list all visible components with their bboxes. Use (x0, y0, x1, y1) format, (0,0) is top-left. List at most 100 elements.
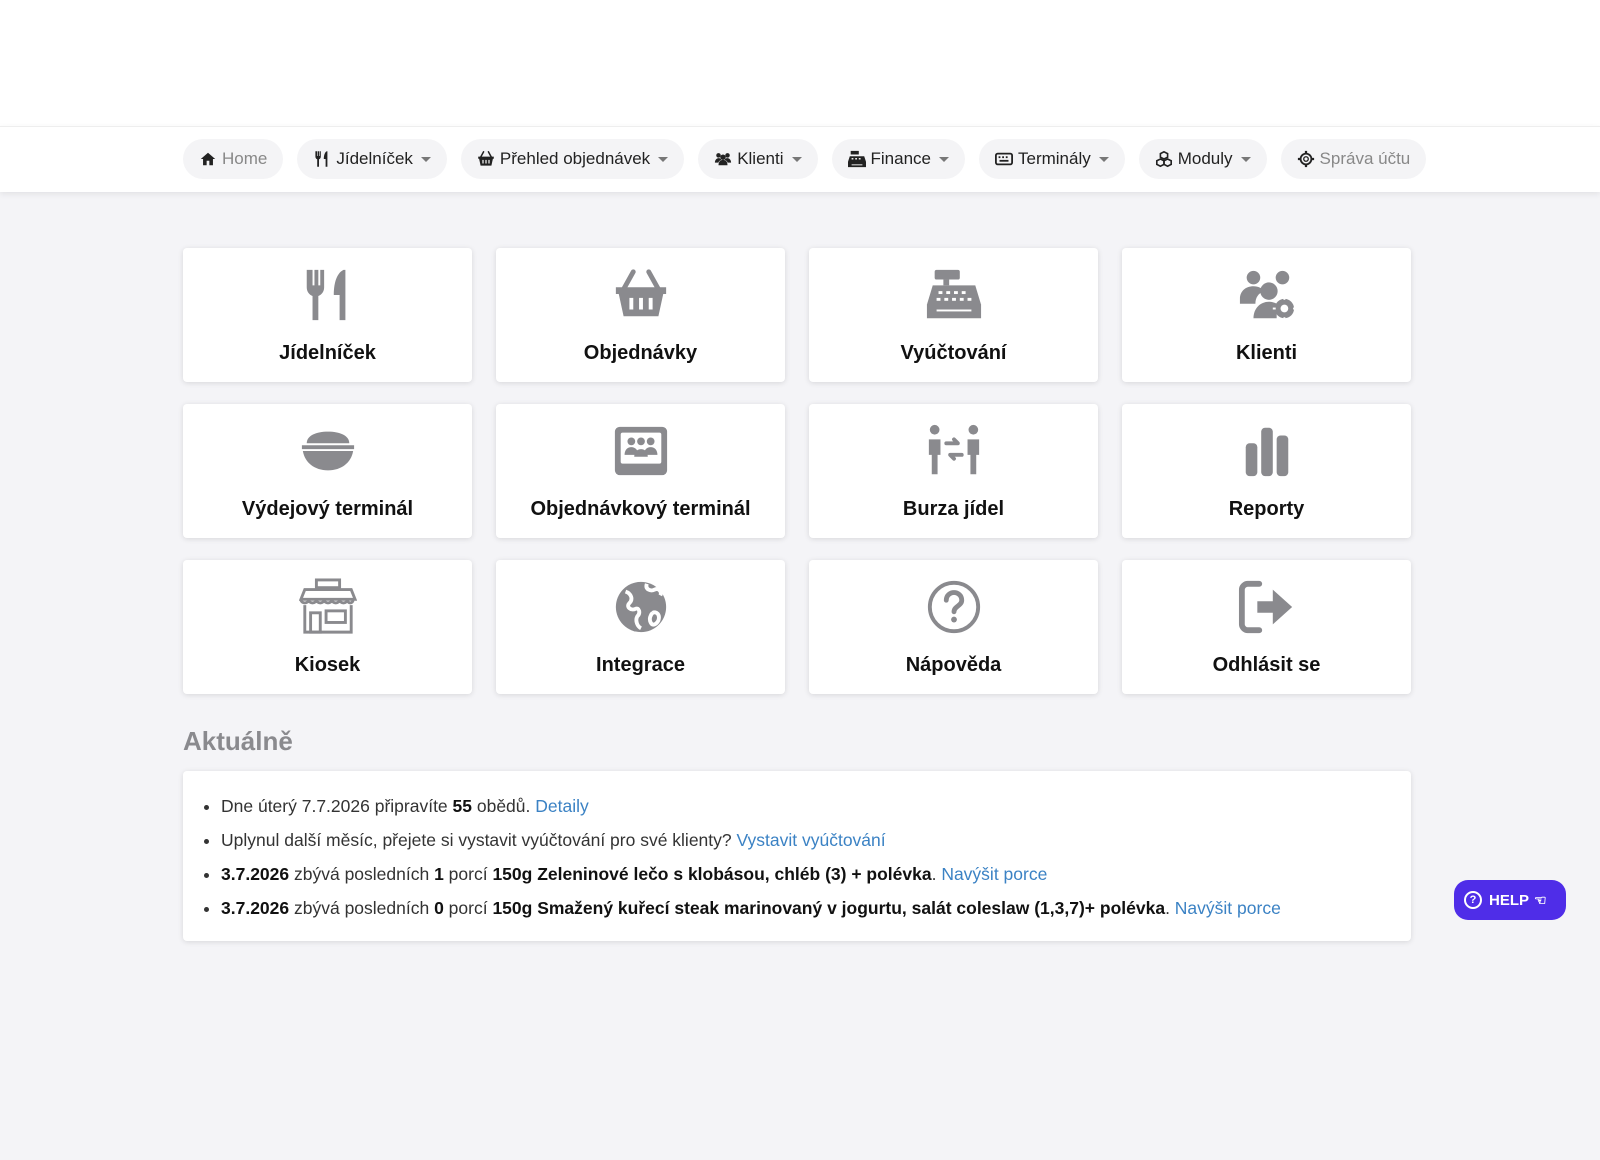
help-button[interactable]: ? HELP ☜ (1454, 880, 1566, 920)
tile-label: Kiosek (294, 654, 361, 676)
home-icon (199, 150, 217, 168)
nav-item-label: Přehled objednávek (499, 149, 651, 168)
news-emphasis: 150g Smažený kuřecí steak marinovaný v j… (492, 898, 1166, 918)
tile-label: Integrace (596, 654, 685, 676)
nav-item-label: Jídelníček (336, 149, 413, 168)
nav-item-label: Terminály (1017, 149, 1091, 168)
tile-screen-users[interactable]: Objednávkový terminál (496, 404, 785, 538)
caret-down-icon (791, 156, 802, 162)
caret-down-icon (1240, 156, 1251, 162)
caret-down-icon (658, 156, 669, 162)
pointing-hand-icon: ☜ (1534, 891, 1547, 908)
bar-chart-icon (1238, 422, 1296, 485)
tile-label: Jídelníček (279, 342, 376, 364)
tile-bar-chart[interactable]: Reporty (1122, 404, 1411, 538)
news-action-link[interactable]: Vystavit vyúčtování (737, 830, 886, 850)
news-emphasis: 3.7.2026 (221, 898, 290, 918)
nav-item-label: Moduly (1177, 149, 1233, 168)
news-text: porcí (443, 898, 493, 918)
basket-icon (477, 150, 495, 168)
caret-down-icon (420, 156, 431, 162)
keyboard-icon (994, 150, 1013, 168)
news-section-title: Aktuálně (183, 726, 293, 756)
tile-label: Výdejový terminál (241, 498, 414, 520)
news-text: Uplynul další měsíc, přejete si vystavit… (221, 830, 737, 850)
tile-label: Klienti (1235, 342, 1298, 364)
question-icon (925, 578, 983, 641)
nav-item-users[interactable]: Klienti (698, 139, 818, 179)
news-emphasis: 1 (434, 864, 444, 884)
news-text: . (1165, 898, 1175, 918)
news-panel: Dne úterý 7.7.2026 připravíte 55 obědů. … (183, 771, 1411, 941)
news-text: zbývá posledních (289, 864, 435, 884)
dashboard-tile-grid: Jídelníček Objednávky Vyúčtování Klienti Výd… (183, 248, 1411, 694)
tile-label: Burza jídel (902, 498, 1005, 520)
news-emphasis: 0 (434, 898, 444, 918)
tile-label: Vyúčtování (900, 342, 1007, 364)
gear-icon (1297, 150, 1315, 168)
news-item: 3.7.2026 zbývá posledních 0 porcí 150g S… (221, 891, 1411, 925)
tile-label: Odhlásit se (1212, 654, 1321, 676)
main-navbar: Home Jídelníček Přehled objednávek Klienti F… (0, 126, 1600, 192)
nav-item-cash-register[interactable]: Finance (831, 139, 965, 179)
bowl-icon (299, 422, 357, 485)
tile-basket[interactable]: Objednávky (496, 248, 785, 382)
screen-users-icon (612, 422, 670, 485)
news-item: 3.7.2026 zbývá posledních 1 porcí 150g Z… (221, 857, 1411, 891)
question-circle-icon: ? (1464, 891, 1482, 909)
users-icon (714, 150, 732, 168)
nav-item-label: Home (222, 149, 268, 168)
cash-register-icon (847, 150, 866, 168)
tile-logout[interactable]: Odhlásit se (1122, 560, 1411, 694)
tile-bowl[interactable]: Výdejový terminál (183, 404, 472, 538)
news-item: Uplynul další měsíc, přejete si vystavit… (221, 823, 1411, 857)
news-action-link[interactable]: Detaily (535, 796, 589, 816)
tile-shop[interactable]: Kiosek (183, 560, 472, 694)
nav-item-label: Finance (870, 149, 931, 168)
news-text: obědů. (472, 796, 536, 816)
top-blank-area (0, 0, 1600, 126)
tile-label: Nápověda (905, 654, 1002, 676)
tile-question[interactable]: Nápověda (809, 560, 1098, 694)
nav-item-home[interactable]: Home (183, 139, 284, 179)
tile-label: Reporty (1228, 498, 1305, 520)
nav-item-basket[interactable]: Přehled objednávek (460, 139, 685, 179)
users-gear-icon (1238, 266, 1296, 329)
tile-cash-register[interactable]: Vyúčtování (809, 248, 1098, 382)
logout-icon (1238, 578, 1296, 641)
news-emphasis: 3.7.2026 (221, 864, 290, 884)
news-item: Dne úterý 7.7.2026 připravíte 55 obědů. … (221, 789, 1411, 823)
nav-item-label: Klienti (737, 149, 784, 168)
news-action-link[interactable]: Navýšit porce (941, 864, 1047, 884)
news-text: Dne úterý 7.7.2026 připravíte (221, 796, 453, 816)
nav-item-gear[interactable]: Správa účtu (1280, 139, 1427, 179)
utensils-icon (313, 150, 331, 168)
tile-utensils[interactable]: Jídelníček (183, 248, 472, 382)
caret-down-icon (1098, 156, 1109, 162)
nav-item-label: Správa účtu (1319, 149, 1411, 168)
tile-users-gear[interactable]: Klienti (1122, 248, 1411, 382)
cash-register-icon (925, 266, 983, 329)
shop-icon (298, 578, 357, 641)
nav-items: Home Jídelníček Přehled objednávek Klienti F… (183, 139, 1440, 179)
tile-globe[interactable]: Integrace (496, 560, 785, 694)
help-label: HELP (1489, 891, 1530, 909)
tile-exchange-people[interactable]: Burza jídel (809, 404, 1098, 538)
news-action-link[interactable]: Navýšit porce (1175, 898, 1281, 918)
news-text: porcí (443, 864, 493, 884)
globe-icon (612, 578, 670, 641)
news-text: . (931, 864, 942, 884)
news-list: Dne úterý 7.7.2026 připravíte 55 obědů. … (221, 789, 1411, 925)
nav-item-keyboard[interactable]: Terminály (978, 139, 1125, 179)
news-text: zbývá posledních (289, 898, 435, 918)
utensils-icon (299, 266, 357, 329)
exchange-people-icon (925, 422, 983, 485)
nav-item-utensils[interactable]: Jídelníček (297, 139, 447, 179)
tile-label: Objednávky (583, 342, 698, 364)
news-emphasis: 150g Zeleninové lečo s klobásou, chléb (… (492, 864, 932, 884)
caret-down-icon (938, 156, 949, 162)
nav-item-cubes[interactable]: Moduly (1138, 139, 1267, 179)
basket-icon (612, 266, 670, 329)
tile-label: Objednávkový terminál (530, 498, 751, 520)
cubes-icon (1155, 150, 1173, 168)
